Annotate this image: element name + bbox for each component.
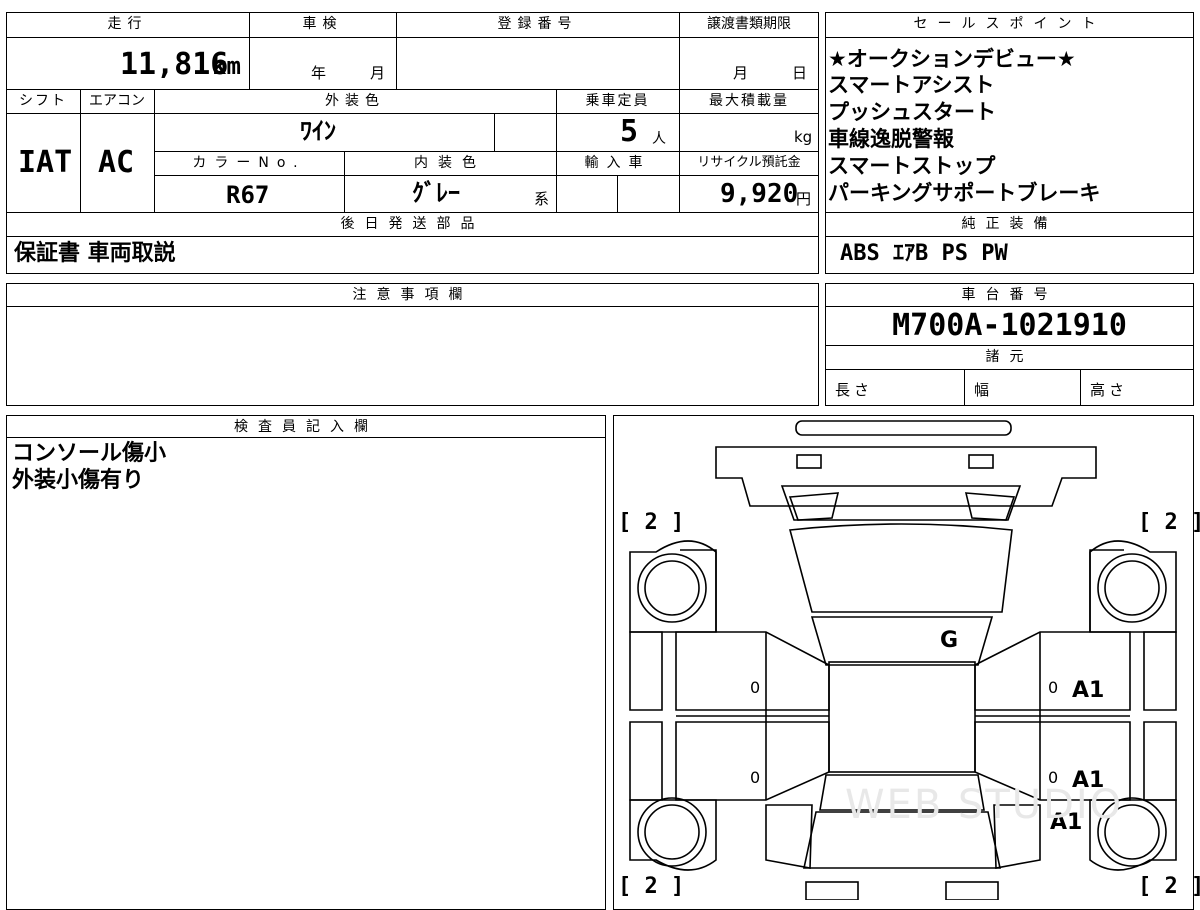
damage-mark-windshield: G	[940, 628, 959, 653]
zero-mark: 0	[750, 678, 761, 697]
tire-label-front-left: [ 2 ]	[618, 510, 685, 535]
tire-label-front-right: [ 2 ]	[1138, 510, 1200, 535]
damage-mark-right-front-door: A1	[1072, 678, 1105, 703]
zero-mark: 0	[1048, 678, 1059, 697]
tire-label-rear-right: [ 2 ]	[1138, 874, 1200, 899]
tire-label-rear-left: [ 2 ]	[618, 874, 685, 899]
watermark: WEB STUDIO	[845, 782, 1124, 828]
car-outline-diagram	[629, 420, 1177, 900]
zero-mark: 0	[750, 768, 761, 787]
